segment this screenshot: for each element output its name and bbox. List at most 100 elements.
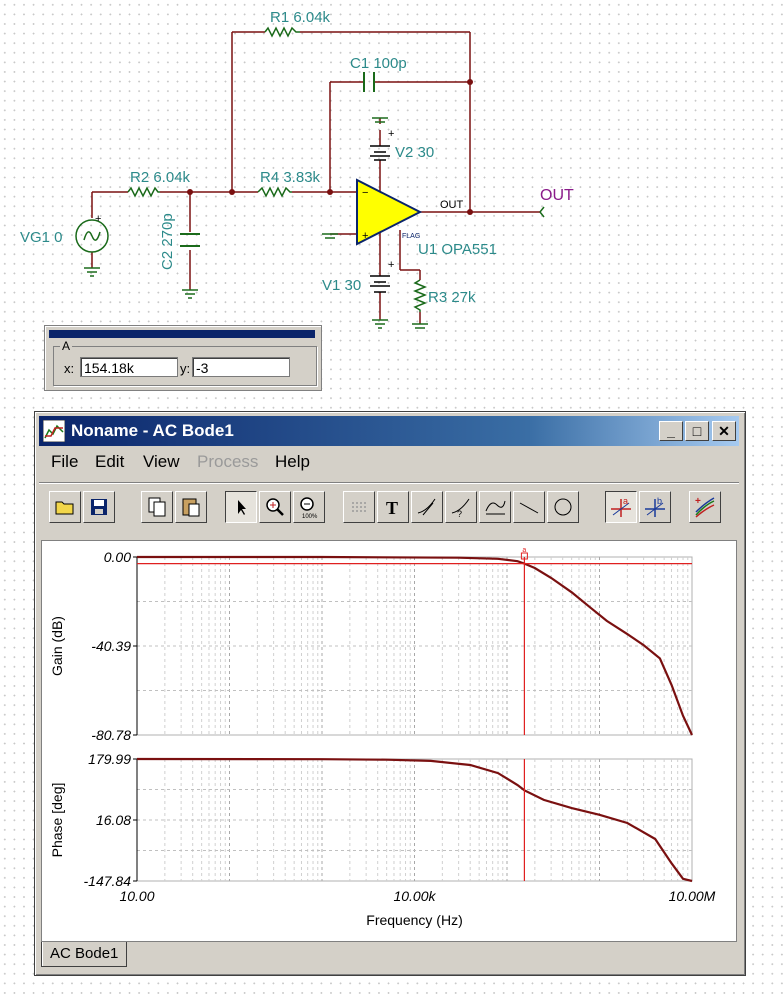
r2-label[interactable]: R2 6.04k (130, 169, 191, 186)
svg-text:−: − (362, 187, 368, 199)
bode-plot-area[interactable]: 0.00 -40.39 -80.78 Gain (dB) a 179.99 16.08 -14… (41, 540, 737, 942)
out-pin-label: OUT (440, 199, 464, 211)
vg1-label[interactable]: VG1 0 (20, 229, 63, 246)
slope-button[interactable]: ? (445, 491, 477, 523)
zoom-100-button[interactable]: 100% (293, 491, 325, 523)
gain-y-tick-label: -40.39 (91, 638, 131, 654)
cursor-a-group: A x: 154.18k y: -3 (53, 339, 317, 386)
svg-text:100%: 100% (302, 514, 318, 519)
text-button[interactable]: T (377, 491, 409, 523)
phase-y-axis-label: Phase [deg] (49, 783, 65, 858)
menu-bar: File Edit View Process Help (39, 448, 739, 474)
gain-y-tick-label: -80.78 (91, 727, 131, 743)
save-button[interactable] (83, 491, 115, 523)
cursor-group-title: A (60, 339, 73, 353)
svg-text:+: + (95, 213, 101, 225)
text-icon: T (386, 498, 398, 518)
menu-edit[interactable]: Edit (95, 452, 124, 472)
open-button[interactable] (49, 491, 81, 523)
grid-button[interactable] (343, 491, 375, 523)
gain-y-tick-label: 0.00 (104, 549, 131, 565)
zoom-in-button[interactable] (259, 491, 291, 523)
copy-button[interactable] (141, 491, 173, 523)
tab-ac-bode1[interactable]: AC Bode1 (41, 942, 128, 967)
v1-label[interactable]: V1 30 (322, 277, 361, 294)
phase-y-tick-label: 179.99 (88, 751, 131, 767)
svg-text:+: + (362, 230, 368, 242)
zoom-100-icon: 100% (300, 497, 318, 519)
svg-text:+: + (695, 496, 701, 507)
phase-y-tick-label: -147.84 (84, 873, 132, 889)
paste-icon (182, 498, 200, 517)
maximize-button[interactable]: □ (685, 421, 709, 441)
toolbar: 100% T ? a b + (39, 482, 739, 529)
app-icon (43, 420, 65, 442)
c2-label[interactable]: C2 270p (159, 213, 176, 270)
phase-y-tick-label: 16.08 (96, 812, 131, 828)
menu-view[interactable]: View (143, 452, 180, 472)
v2-label[interactable]: V2 30 (395, 144, 434, 161)
svg-text:+: + (388, 128, 394, 140)
menu-process[interactable]: Process (197, 452, 258, 472)
bode-window: Noname - AC Bode1 _ □ ✕ File Edit View P… (34, 411, 746, 976)
cursor-b-icon: b (645, 496, 665, 517)
curve-fit-icon (485, 500, 506, 515)
copy-icon (148, 497, 166, 517)
x-tick-label: 10.00k (393, 888, 436, 904)
bode-chart[interactable]: 0.00 -40.39 -80.78 Gain (dB) a 179.99 16.08 -14… (42, 541, 736, 941)
svg-text:+: + (388, 259, 394, 271)
tangent-icon (417, 498, 436, 516)
svg-text:T: T (386, 498, 398, 518)
r3-label[interactable]: R3 27k (428, 289, 476, 306)
x-tick-label: 10.00M (669, 888, 716, 904)
y-label: y: (180, 361, 191, 376)
cursor-readout-panel: A x: 154.18k y: -3 (44, 325, 322, 391)
flag-pin-label: FLAG (402, 233, 420, 240)
minimize-button[interactable]: _ (659, 421, 683, 441)
svg-text:a: a (623, 496, 628, 506)
open-icon (55, 501, 74, 515)
close-button[interactable]: ✕ (712, 421, 736, 441)
c1-label[interactable]: C1 100p (350, 55, 407, 72)
r4-label[interactable]: R4 3.83k (260, 169, 321, 186)
cursor-b-button[interactable]: b (639, 491, 671, 523)
select-button[interactable] (225, 491, 257, 523)
tangent-button[interactable] (411, 491, 443, 523)
gain-y-axis-label: Gain (dB) (49, 616, 65, 676)
r2-symbol (127, 186, 160, 198)
slope-icon: ? (451, 498, 470, 519)
x-axis-label: Frequency (Hz) (366, 912, 462, 928)
r1-symbol (264, 26, 300, 38)
r4-symbol (257, 186, 292, 198)
panel-titlebar[interactable] (49, 330, 315, 338)
cursor-a-button[interactable]: a (605, 491, 637, 523)
curve-fit-button[interactable] (479, 491, 511, 523)
zoom-in-icon (266, 498, 284, 516)
multi-curve-button[interactable]: + (689, 491, 721, 523)
svg-text:b: b (657, 496, 662, 506)
line-icon (519, 502, 539, 514)
menu-file[interactable]: File (51, 452, 78, 472)
paste-button[interactable] (175, 491, 207, 523)
cursor-a-icon: a (611, 496, 631, 517)
out-port-label[interactable]: OUT (540, 187, 574, 204)
x-value-field[interactable]: 154.18k (80, 357, 178, 377)
r1-label[interactable]: R1 6.04k (270, 9, 331, 26)
x-label: x: (64, 361, 75, 376)
menu-help[interactable]: Help (275, 452, 310, 472)
save-icon (91, 499, 107, 515)
x-tick-label: 10.00 (119, 888, 154, 904)
y-value-field[interactable]: -3 (192, 357, 290, 377)
window-titlebar[interactable]: Noname - AC Bode1 _ □ ✕ (39, 416, 739, 446)
u1-label[interactable]: U1 OPA551 (418, 241, 497, 258)
svg-text:?: ? (457, 509, 462, 519)
grid-icon (352, 502, 366, 512)
window-title: Noname - AC Bode1 (71, 421, 234, 440)
cursor-a-label: a (522, 547, 526, 554)
r3-symbol (412, 279, 428, 312)
multi-curve-icon: + (695, 496, 715, 518)
select-arrow-icon (238, 500, 246, 515)
line-button[interactable] (513, 491, 545, 523)
circle-icon (554, 498, 572, 516)
circle-button[interactable] (547, 491, 579, 523)
